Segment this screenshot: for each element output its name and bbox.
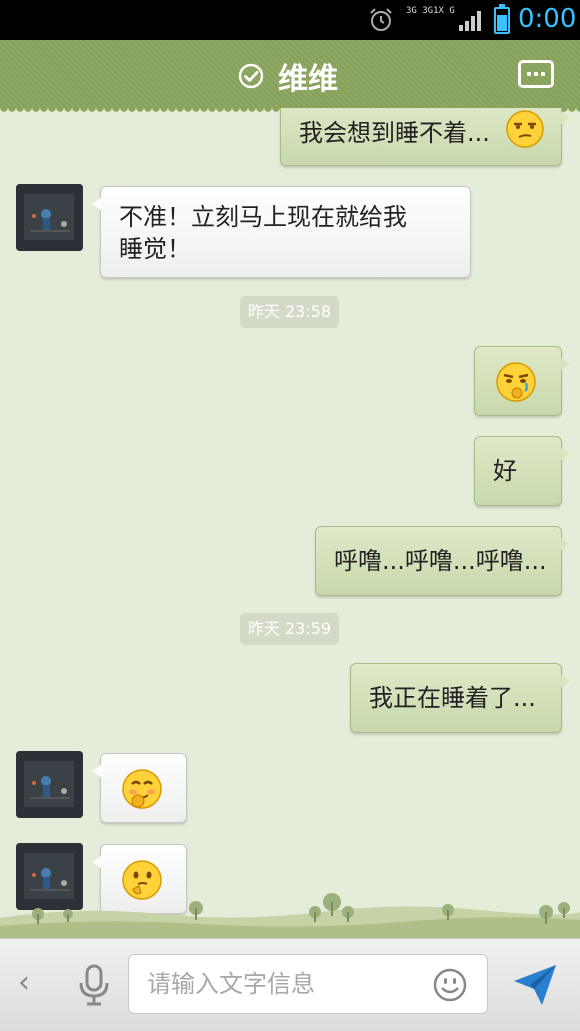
message-text: 呼噜...呼噜...呼噜... <box>334 547 547 575</box>
message-timestamp: 昨天 23:59 <box>240 613 339 645</box>
chat-header: 维维 <box>0 40 580 114</box>
message-text: 好 <box>493 457 517 485</box>
microphone-icon[interactable] <box>76 963 112 1007</box>
message-bubble-outgoing[interactable]: 好 <box>474 436 570 506</box>
shy-smile-emoji-icon <box>122 769 162 809</box>
battery-icon <box>494 4 510 34</box>
status-clock: 0:00 <box>518 4 577 34</box>
message-text: 不准！立刻马上现在就给我 <box>119 203 407 231</box>
smirk-emoji-icon <box>506 110 544 148</box>
status-bar: 3G 3G1X G 0:00 <box>0 0 580 40</box>
message-bubble-outgoing[interactable]: 呼噜...呼噜...呼噜... <box>315 526 570 596</box>
dot-icon <box>534 72 538 76</box>
message-bubble-outgoing[interactable] <box>474 346 570 416</box>
contact-name[interactable]: 维维 <box>278 54 338 98</box>
alarm-clock-icon <box>370 8 392 31</box>
chat-message-list[interactable]: 我会想到睡不着... 不准！立刻马上现在就给我 睡觉！ 昨天 23:58 好 呼… <box>0 108 580 938</box>
signal-strength-icon <box>459 11 481 31</box>
message-text: 睡觉！ <box>119 235 191 263</box>
crying-emoji-icon <box>496 362 536 402</box>
message-input-bar: ‹ <box>0 938 580 1031</box>
network-type-label: 3G 3G1X G <box>406 6 455 16</box>
landscape-decoration <box>0 893 580 938</box>
message-bubble-outgoing[interactable]: 我正在睡着了... <box>350 663 570 733</box>
chat-menu-button[interactable] <box>518 60 554 88</box>
back-chevron-button[interactable]: ‹ <box>18 965 30 1000</box>
message-input[interactable] <box>147 967 417 1001</box>
message-bubble-incoming[interactable]: 不准！立刻马上现在就给我 睡觉！ <box>92 186 471 278</box>
message-text: 我会想到睡不着... <box>299 119 490 147</box>
contact-avatar[interactable] <box>16 751 83 818</box>
check-circle-icon <box>238 63 264 89</box>
message-input-field-wrapper <box>128 954 488 1014</box>
message-timestamp: 昨天 23:58 <box>240 296 339 328</box>
dot-icon <box>527 72 531 76</box>
message-bubble-outgoing[interactable]: 我会想到睡不着... <box>280 108 570 166</box>
dot-icon <box>541 72 545 76</box>
message-text: 我正在睡着了... <box>369 684 536 712</box>
emoji-picker-icon[interactable] <box>432 967 468 1003</box>
contact-avatar[interactable] <box>16 184 83 251</box>
send-icon[interactable] <box>512 963 558 1007</box>
message-bubble-incoming[interactable] <box>92 753 187 823</box>
